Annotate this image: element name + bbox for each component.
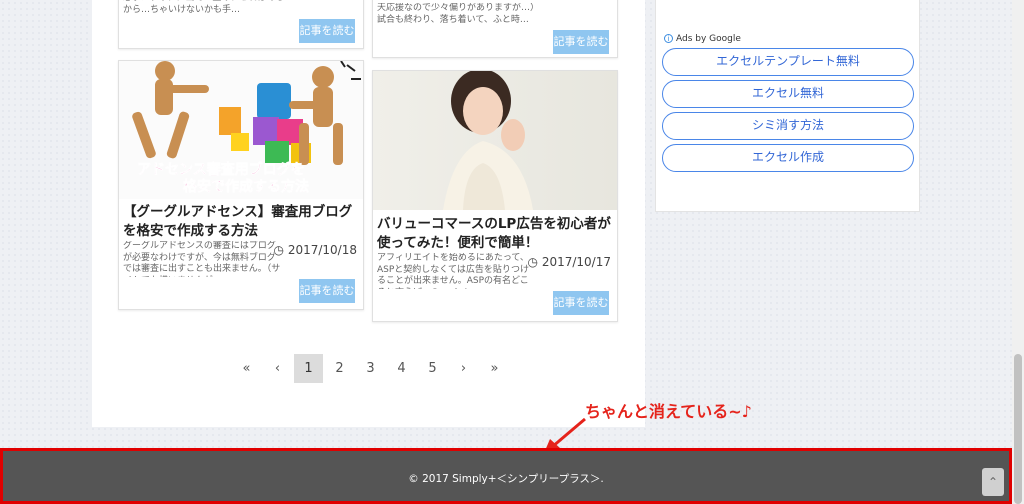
site-footer: © 2017 Simply+＜シンプリープラス＞. <box>0 448 1012 504</box>
info-icon[interactable]: i <box>664 34 673 43</box>
article-thumbnail[interactable]: アドセンス審査用ブログを 格安で作成する方法 <box>119 61 363 199</box>
scrollbar[interactable] <box>1012 0 1024 504</box>
pagination-page-4[interactable]: 4 <box>387 354 416 383</box>
pagination-last[interactable]: » <box>480 354 509 383</box>
article-excerpt: アフィリエイトを始めるにあたって、ASPと契約しなくては広告を貼りつけることが出… <box>377 253 529 289</box>
article-excerpt: グーグルアドセンスの審査にはブログが必要なわけですが、今は無料ブログでは審査に出… <box>123 241 281 277</box>
pagination-next[interactable]: › <box>449 354 478 383</box>
thumbnail-caption-line1: アドセンス審査用ブログを <box>137 161 305 178</box>
article-excerpt: 必ずメディアに出て…並み、これはあるから…ちゃいけないかも手… <box>123 0 284 15</box>
ad-link-excel-free[interactable]: エクセル無料 <box>662 80 914 108</box>
article-excerpt: 天応援なので少々偏りがありますが…）試合も終わり、落ち着いて、ふと時… <box>377 3 540 25</box>
article-date-text: 2017/10/18 <box>287 243 357 257</box>
read-more-button[interactable]: 記事を読む <box>299 279 355 303</box>
ads-label[interactable]: i Ads by Google <box>664 34 741 44</box>
article-title[interactable]: 【グーグルアドセンス】審査用ブログを格安で作成する方法 <box>123 203 359 241</box>
pagination: « ‹ 1 2 3 4 5 › » <box>232 354 512 383</box>
annotation-text: ちゃんと消えている~♪ <box>585 402 752 421</box>
pagination-page-3[interactable]: 3 <box>356 354 385 383</box>
main-content: 必ずメディアに出て…並み、これはあるから…ちゃいけないかも手… 記事を読む 天応… <box>92 0 645 427</box>
ad-link-excel-create[interactable]: エクセル作成 <box>662 144 914 172</box>
article-card: 天応援なので少々偏りがありますが…）試合も終わり、落ち着いて、ふと時… 記事を読… <box>372 0 618 58</box>
article-thumbnail[interactable] <box>373 71 617 210</box>
article-date-text: 2017/10/17 <box>541 255 611 269</box>
wooden-figure-image: アドセンス審査用ブログを 格安で作成する方法 <box>119 61 363 199</box>
article-title[interactable]: バリューコマースのLP広告を初心者が使ってみた！便利で簡単！ <box>377 215 613 253</box>
pagination-prev[interactable]: ‹ <box>263 354 292 383</box>
scrollbar-thumb[interactable] <box>1014 354 1022 504</box>
woman-photo-image <box>373 71 617 210</box>
ads-label-text: Ads by Google <box>676 34 741 44</box>
read-more-button[interactable]: 記事を読む <box>553 291 609 315</box>
ad-link-excel-template[interactable]: エクセルテンプレート無料 <box>662 48 914 76</box>
article-card: 必ずメディアに出て…並み、これはあるから…ちゃいけないかも手… 記事を読む <box>118 0 364 49</box>
pagination-page-5[interactable]: 5 <box>418 354 447 383</box>
pagination-page-2[interactable]: 2 <box>325 354 354 383</box>
article-date: ◷ 2017/10/17 <box>528 255 611 269</box>
read-more-button[interactable]: 記事を読む <box>553 30 609 54</box>
double-chevron-up-icon: ⌃ <box>987 475 999 489</box>
thumbnail-caption-line2: 格安で作成する方法 <box>183 178 309 195</box>
pagination-page-1[interactable]: 1 <box>294 354 323 383</box>
pagination-first[interactable]: « <box>232 354 261 383</box>
sidebar-ad-box: i Ads by Google エクセルテンプレート無料 エクセル無料 シミ消す方… <box>655 0 920 212</box>
article-card: バリューコマースのLP広告を初心者が使ってみた！便利で簡単！ ◷ 2017/10… <box>372 70 618 322</box>
footer-copyright: © 2017 Simply+＜シンプリープラス＞. <box>408 473 604 485</box>
ad-link-spot-removal[interactable]: シミ消す方法 <box>662 112 914 140</box>
article-date: ◷ 2017/10/18 <box>274 243 357 257</box>
back-to-top-button[interactable]: ⌃ <box>982 468 1004 496</box>
article-card: アドセンス審査用ブログを 格安で作成する方法 【グーグルアドセンス】審査用ブログ… <box>118 60 364 310</box>
read-more-button[interactable]: 記事を読む <box>299 19 355 43</box>
